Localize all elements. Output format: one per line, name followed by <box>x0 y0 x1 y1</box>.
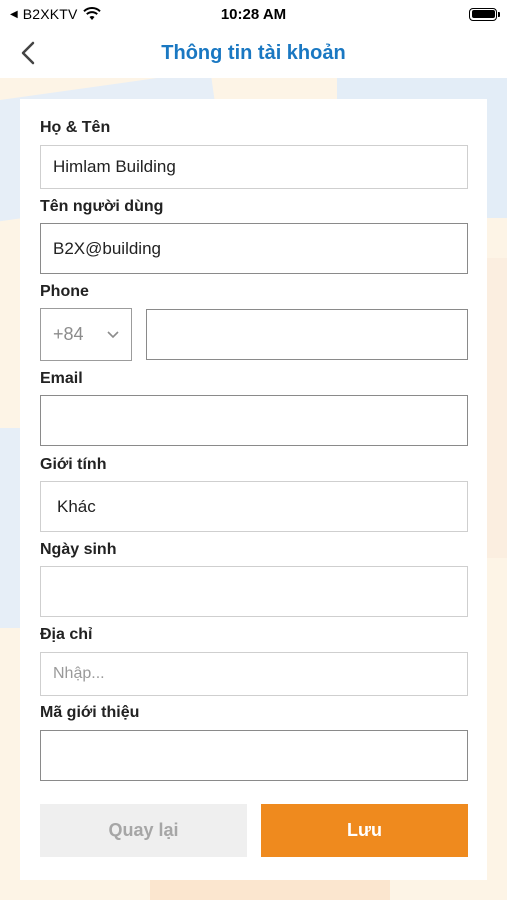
chevron-left-icon <box>21 41 35 65</box>
gender-select[interactable]: Khác <box>40 481 468 532</box>
username-label: Tên người dùng <box>40 198 164 215</box>
full-name-label: Họ & Tên <box>40 119 111 136</box>
country-code-value: +84 <box>53 324 84 344</box>
gender-label: Giới tính <box>40 456 107 473</box>
referral-code-label: Mã giới thiệu <box>40 704 140 721</box>
phone-label: Phone <box>40 283 89 300</box>
birthday-label: Ngày sinh <box>40 541 117 558</box>
country-code-select[interactable]: +84 <box>40 308 132 361</box>
page-title: Thông tin tài khoản <box>161 41 346 64</box>
back-to-app-icon[interactable]: ◀ <box>10 9 18 20</box>
chevron-down-icon <box>107 330 119 338</box>
full-name-field[interactable]: Himlam Building <box>40 145 468 189</box>
phone-input[interactable] <box>146 309 468 360</box>
status-time: 10:28 AM <box>220 5 287 23</box>
wifi-icon <box>82 7 101 20</box>
back-button[interactable]: Quay lại <box>40 804 247 857</box>
carrier-label: B2XKTV <box>22 6 78 22</box>
status-left: ◀ B2XKTV <box>10 6 101 22</box>
email-field[interactable] <box>40 395 468 446</box>
address-label: Địa chỉ <box>40 626 93 643</box>
email-label: Email <box>40 370 83 387</box>
back-chevron-button[interactable] <box>16 38 40 68</box>
status-bar: ◀ B2XKTV 10:28 AM <box>0 0 507 28</box>
birthday-picker[interactable] <box>40 566 468 617</box>
address-field[interactable]: Nhập... <box>40 652 468 696</box>
save-button[interactable]: Lưu <box>261 804 468 857</box>
battery-icon <box>469 7 500 21</box>
username-field[interactable]: B2X@building <box>40 223 468 274</box>
account-form-card: Họ & Tên Himlam Building Tên người dùng … <box>20 99 487 880</box>
referral-code-field[interactable] <box>40 730 468 781</box>
nav-header: Thông tin tài khoản <box>0 28 507 78</box>
